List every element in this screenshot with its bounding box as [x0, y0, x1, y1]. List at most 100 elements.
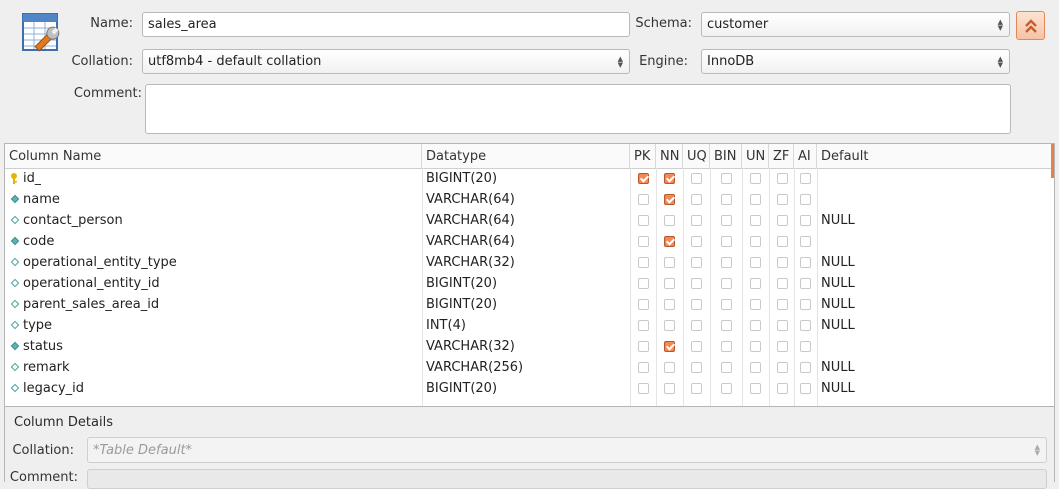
zf-checkbox[interactable]: [777, 320, 788, 331]
bin-checkbox[interactable]: [721, 362, 732, 373]
uq-checkbox[interactable]: [691, 299, 702, 310]
zf-checkbox[interactable]: [777, 236, 788, 247]
zf-checkbox[interactable]: [777, 215, 788, 226]
bin-checkbox[interactable]: [721, 173, 732, 184]
default-cell[interactable]: NULL: [821, 252, 855, 273]
default-cell[interactable]: NULL: [821, 273, 855, 294]
header-datatype[interactable]: Datatype: [422, 144, 630, 168]
uq-checkbox[interactable]: [691, 236, 702, 247]
table-row[interactable]: name VARCHAR(64): [5, 189, 1054, 210]
uq-checkbox[interactable]: [691, 173, 702, 184]
datatype-cell[interactable]: BIGINT(20): [426, 273, 497, 294]
ai-checkbox[interactable]: [800, 173, 811, 184]
engine-select[interactable]: InnoDB ▲ ▼: [701, 49, 1010, 74]
uq-checkbox[interactable]: [691, 383, 702, 394]
uq-checkbox[interactable]: [691, 257, 702, 268]
header-uq[interactable]: UQ: [683, 144, 710, 168]
default-cell[interactable]: NULL: [821, 378, 855, 399]
datatype-cell[interactable]: VARCHAR(64): [426, 189, 515, 210]
comment-textarea[interactable]: [145, 84, 1011, 134]
table-row[interactable]: code VARCHAR(64): [5, 231, 1054, 252]
table-row[interactable]: remark VARCHAR(256) NULL: [5, 357, 1054, 378]
default-cell[interactable]: NULL: [821, 210, 855, 231]
nn-checkbox[interactable]: [664, 215, 675, 226]
ai-checkbox[interactable]: [800, 362, 811, 373]
column-name-cell[interactable]: operational_entity_id: [23, 273, 160, 294]
name-input[interactable]: sales_area: [142, 12, 630, 37]
column-name-cell[interactable]: contact_person: [23, 210, 123, 231]
nn-checkbox[interactable]: [664, 194, 675, 205]
nn-checkbox[interactable]: [664, 257, 675, 268]
header-bin[interactable]: BIN: [710, 144, 742, 168]
pk-checkbox[interactable]: [638, 383, 649, 394]
bin-checkbox[interactable]: [721, 194, 732, 205]
un-checkbox[interactable]: [750, 173, 761, 184]
header-pk[interactable]: PK: [630, 144, 656, 168]
pk-checkbox[interactable]: [638, 194, 649, 205]
un-checkbox[interactable]: [750, 194, 761, 205]
uq-checkbox[interactable]: [691, 215, 702, 226]
pk-checkbox[interactable]: [638, 278, 649, 289]
datatype-cell[interactable]: VARCHAR(64): [426, 231, 515, 252]
ai-checkbox[interactable]: [800, 299, 811, 310]
column-name-cell[interactable]: status: [23, 336, 63, 357]
zf-checkbox[interactable]: [777, 194, 788, 205]
header-zf[interactable]: ZF: [769, 144, 794, 168]
pk-checkbox[interactable]: [638, 299, 649, 310]
datatype-cell[interactable]: VARCHAR(32): [426, 252, 515, 273]
un-checkbox[interactable]: [750, 362, 761, 373]
datatype-cell[interactable]: VARCHAR(32): [426, 336, 515, 357]
datatype-cell[interactable]: BIGINT(20): [426, 294, 497, 315]
un-checkbox[interactable]: [750, 320, 761, 331]
uq-checkbox[interactable]: [691, 362, 702, 373]
zf-checkbox[interactable]: [777, 299, 788, 310]
details-comment-input[interactable]: [87, 469, 1047, 489]
datatype-cell[interactable]: BIGINT(20): [426, 378, 497, 399]
column-name-cell[interactable]: id_: [23, 168, 41, 189]
ai-checkbox[interactable]: [800, 278, 811, 289]
bin-checkbox[interactable]: [721, 299, 732, 310]
header-default[interactable]: Default: [817, 144, 1047, 168]
default-cell[interactable]: NULL: [821, 294, 855, 315]
bin-checkbox[interactable]: [721, 341, 732, 352]
ai-checkbox[interactable]: [800, 194, 811, 205]
un-checkbox[interactable]: [750, 278, 761, 289]
column-name-cell[interactable]: type: [23, 315, 52, 336]
un-checkbox[interactable]: [750, 257, 761, 268]
nn-checkbox[interactable]: [664, 278, 675, 289]
datatype-cell[interactable]: BIGINT(20): [426, 168, 497, 189]
table-row[interactable]: contact_person VARCHAR(64) NULL: [5, 210, 1054, 231]
table-row[interactable]: id_ BIGINT(20): [5, 168, 1054, 189]
header-ai[interactable]: AI: [794, 144, 817, 168]
datatype-cell[interactable]: INT(4): [426, 315, 466, 336]
default-cell[interactable]: NULL: [821, 315, 855, 336]
nn-checkbox[interactable]: [664, 173, 675, 184]
bin-checkbox[interactable]: [721, 257, 732, 268]
bin-checkbox[interactable]: [721, 215, 732, 226]
zf-checkbox[interactable]: [777, 278, 788, 289]
header-nn[interactable]: NN: [656, 144, 683, 168]
collation-select[interactable]: utf8mb4 - default collation ▲ ▼: [142, 49, 630, 74]
un-checkbox[interactable]: [750, 383, 761, 394]
ai-checkbox[interactable]: [800, 215, 811, 226]
collapse-button[interactable]: [1016, 11, 1045, 40]
table-row[interactable]: status VARCHAR(32): [5, 336, 1054, 357]
ai-checkbox[interactable]: [800, 341, 811, 352]
zf-checkbox[interactable]: [777, 362, 788, 373]
uq-checkbox[interactable]: [691, 341, 702, 352]
header-column-name[interactable]: Column Name: [5, 144, 422, 168]
column-name-cell[interactable]: code: [23, 231, 54, 252]
pk-checkbox[interactable]: [638, 362, 649, 373]
un-checkbox[interactable]: [750, 236, 761, 247]
nn-checkbox[interactable]: [664, 341, 675, 352]
zf-checkbox[interactable]: [777, 257, 788, 268]
ai-checkbox[interactable]: [800, 236, 811, 247]
nn-checkbox[interactable]: [664, 299, 675, 310]
column-name-cell[interactable]: operational_entity_type: [23, 252, 177, 273]
pk-checkbox[interactable]: [638, 236, 649, 247]
bin-checkbox[interactable]: [721, 236, 732, 247]
zf-checkbox[interactable]: [777, 341, 788, 352]
default-cell[interactable]: NULL: [821, 357, 855, 378]
column-name-cell[interactable]: parent_sales_area_id: [23, 294, 159, 315]
uq-checkbox[interactable]: [691, 320, 702, 331]
